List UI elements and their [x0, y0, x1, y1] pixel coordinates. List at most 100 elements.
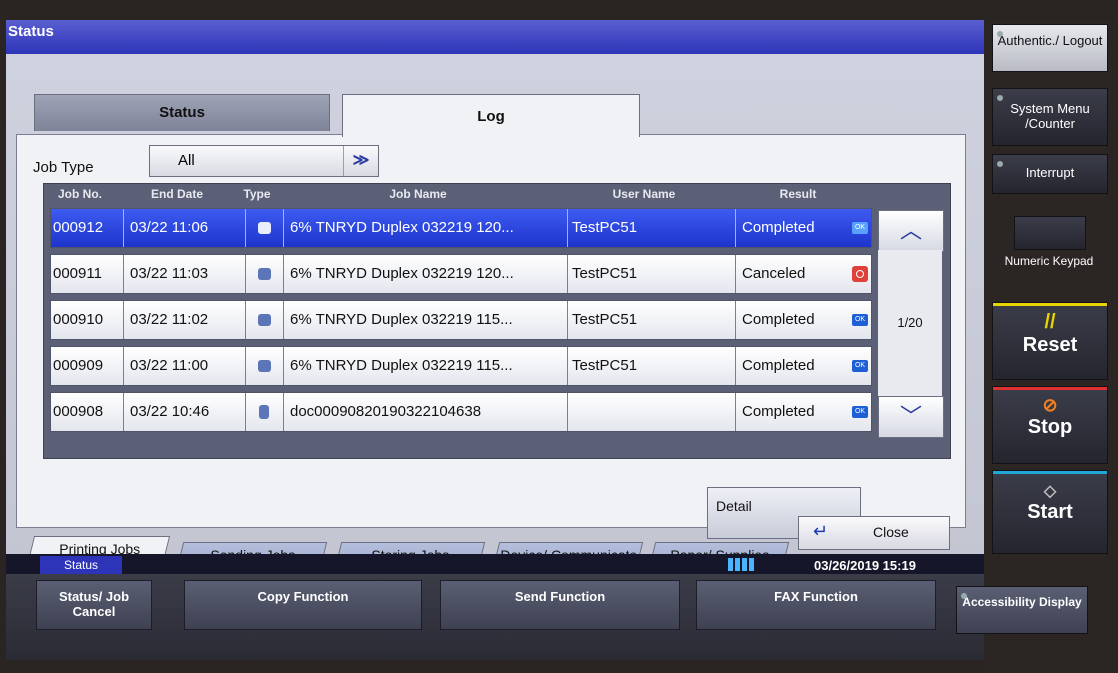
window-title-bar: Status	[6, 20, 984, 54]
job-no: 000912	[53, 219, 104, 236]
status-tag: Status	[40, 556, 122, 574]
user-name	[567, 393, 736, 431]
print-job-icon	[257, 360, 271, 373]
result-text: Completed	[742, 357, 815, 374]
result-cell: Completed OK	[735, 347, 876, 385]
status-job-cancel-button[interactable]: Status/ Job Cancel	[36, 580, 152, 630]
user-name: TestPC51	[567, 347, 736, 385]
job-name: 6% TNRYD Duplex 032219 120...	[283, 209, 568, 247]
scroll-down-button[interactable]: ﹀	[878, 396, 944, 438]
job-type-cell	[245, 347, 282, 385]
header-job-name: Job Name	[389, 187, 447, 201]
chevron-down-icon[interactable]: ≫	[343, 146, 378, 176]
chevron-down-icon: ﹀	[899, 404, 922, 429]
job-name: 6% TNRYD Duplex 032219 115...	[283, 301, 568, 339]
result-text: Canceled	[742, 265, 806, 282]
result-cell: Completed OK	[735, 393, 876, 431]
button-label: FAX Function	[774, 589, 858, 604]
tab-log[interactable]: Log	[342, 94, 640, 137]
tab-status[interactable]: Status	[34, 94, 330, 131]
job-type-cell	[245, 209, 282, 247]
accessibility-display-button[interactable]: Accessibility Display	[956, 586, 1088, 634]
print-job-icon	[257, 222, 271, 235]
table-row[interactable]: 000910 03/22 11:02 6% TNRYD Duplex 03221…	[50, 300, 872, 340]
ok-status-icon: OK	[852, 360, 868, 372]
key-label: Accessibility Display	[962, 595, 1082, 609]
touch-screen: Status Status Log Job Type All ≫ Job No.…	[6, 20, 984, 660]
numeric-keypad-label: Numeric Keypad	[1004, 254, 1094, 268]
indicator-dot	[997, 161, 1003, 167]
copy-function-button[interactable]: Copy Function	[184, 580, 422, 630]
end-date: 03/22 11:02	[123, 301, 246, 339]
reset-key[interactable]: //Reset	[992, 302, 1108, 380]
numeric-keypad-key[interactable]	[1014, 216, 1086, 250]
result-text: Completed	[742, 311, 815, 328]
fax-function-button[interactable]: FAX Function	[696, 580, 936, 630]
start-key[interactable]: ◇ Start	[992, 470, 1108, 554]
main-area: Status Log Job Type All ≫ Job No. End Da…	[6, 54, 984, 585]
job-type-select[interactable]: All ≫	[149, 145, 379, 177]
print-job-icon	[257, 268, 271, 281]
job-type-value: All	[178, 152, 195, 169]
table-row[interactable]: 000911 03/22 11:03 6% TNRYD Duplex 03221…	[50, 254, 872, 294]
key-label: System Menu /Counter	[1010, 101, 1090, 131]
job-log-table: Job No. End Date Type Job Name User Name…	[43, 183, 951, 459]
close-button[interactable]: ↵ Close	[798, 516, 950, 550]
canceled-status-icon	[852, 266, 868, 282]
table-row[interactable]: 000912 03/22 11:06 6% TNRYD Duplex 03221…	[50, 208, 872, 248]
reset-accent	[993, 303, 1107, 306]
end-date: 03/22 11:03	[123, 255, 246, 293]
memory-icon	[728, 558, 754, 571]
ok-status-icon: OK	[852, 222, 868, 234]
key-label: Interrupt	[1025, 165, 1075, 180]
job-no: 000911	[53, 265, 102, 282]
indicator-dot	[997, 95, 1003, 101]
end-date: 03/22 10:46	[123, 393, 246, 431]
result-cell: Canceled	[735, 255, 876, 293]
end-date: 03/22 11:00	[123, 347, 246, 385]
header-result: Result	[779, 187, 817, 201]
print-job-icon	[257, 314, 271, 327]
header-job-no: Job No.	[58, 187, 102, 201]
return-arrow-icon: ↵	[813, 521, 829, 541]
document-icon	[259, 405, 269, 420]
stop-accent	[993, 387, 1107, 390]
ok-status-icon: OK	[852, 406, 868, 418]
ok-status-icon: OK	[852, 314, 868, 326]
job-type-label: Job Type	[33, 159, 94, 176]
close-label: Close	[873, 524, 909, 540]
user-name: TestPC51	[567, 301, 736, 339]
scroll-up-button[interactable]: ︿	[878, 210, 944, 252]
authentic-logout-key[interactable]: Authentic./ Logout	[992, 24, 1108, 72]
chevron-up-icon: ︿	[899, 218, 922, 243]
indicator-dot	[961, 593, 967, 599]
detail-label: Detail	[716, 498, 752, 514]
indicator-dot	[997, 31, 1003, 37]
table-row[interactable]: 000908 03/22 10:46 doc000908201903221046…	[50, 392, 872, 432]
result-cell: Completed OK	[735, 209, 876, 247]
key-label: Start	[1027, 501, 1073, 523]
interrupt-key[interactable]: Interrupt	[992, 154, 1108, 194]
page-indicator: 1/20	[878, 250, 942, 396]
header-end-date: End Date	[150, 187, 203, 201]
job-type-cell	[245, 301, 282, 339]
system-menu-key[interactable]: System Menu /Counter	[992, 88, 1108, 146]
button-label: Copy Function	[257, 589, 349, 604]
job-no: 000909	[53, 357, 104, 374]
start-icon: ◇	[1043, 483, 1057, 500]
result-cell: Completed OK	[735, 301, 876, 339]
job-type-cell	[245, 393, 282, 431]
header-user-name: User Name	[612, 187, 676, 201]
send-function-button[interactable]: Send Function	[440, 580, 680, 630]
table-row[interactable]: 000909 03/22 11:00 6% TNRYD Duplex 03221…	[50, 346, 872, 386]
button-label: Send Function	[514, 589, 606, 604]
job-no: 000910	[53, 311, 104, 328]
job-name: doc00090820190322104638	[283, 393, 568, 431]
key-label: Stop	[1027, 416, 1073, 438]
stop-icon: ⊘	[1042, 395, 1058, 415]
log-panel: Job Type All ≫ Job No. End Date Type Job…	[16, 134, 966, 539]
key-label: Authentic./ Logout	[997, 33, 1103, 48]
stop-key[interactable]: ⊘ Stop	[992, 386, 1108, 464]
job-no: 000908	[53, 403, 104, 420]
button-label: Status/ Job Cancel	[58, 589, 130, 619]
